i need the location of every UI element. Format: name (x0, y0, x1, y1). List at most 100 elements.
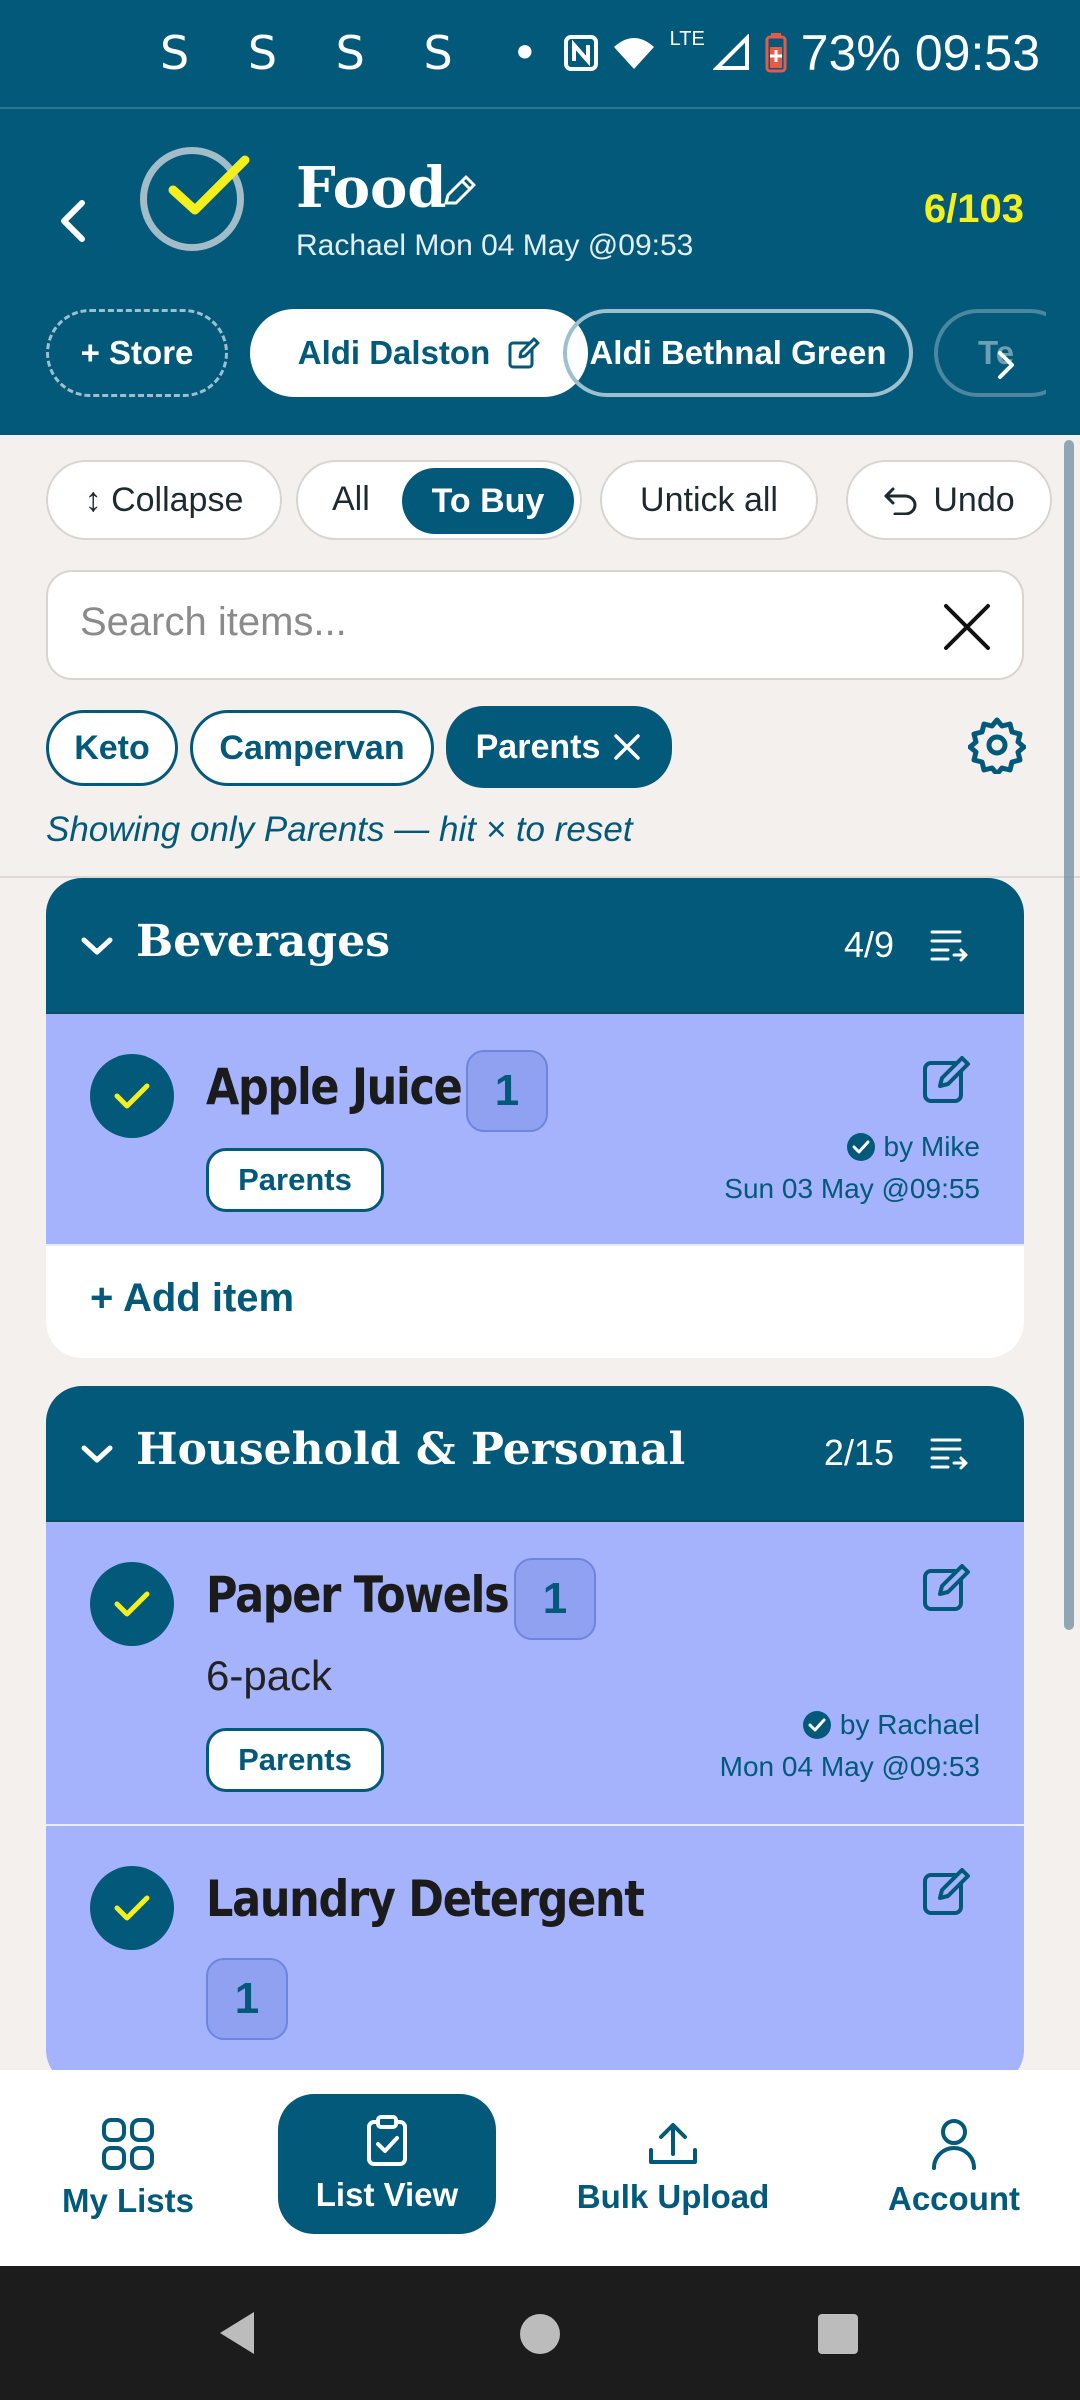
verified-check-icon (846, 1133, 875, 1161)
edit-store-icon[interactable] (508, 337, 540, 369)
back-arrow-icon (61, 200, 85, 242)
item-added-by: by Mike (883, 1131, 980, 1162)
nav-my-lists[interactable]: My Lists (40, 2070, 216, 2266)
item-date: Sun 03 May @09:55 (724, 1173, 980, 1204)
gear-icon[interactable] (968, 716, 1026, 774)
undo-label: Undo (933, 480, 1015, 519)
nav-label: Account (888, 2180, 1020, 2217)
nav-account[interactable]: Account (876, 2070, 1032, 2266)
list-complete-icon (140, 147, 250, 251)
scroll-right-icon[interactable] (994, 347, 1018, 383)
item-quantity[interactable]: 1 (514, 1558, 596, 1640)
item-quantity[interactable]: 1 (206, 1958, 288, 2040)
category-header[interactable]: Household & Personal 2/15 (46, 1386, 1024, 1522)
tag-label: Parents (475, 727, 601, 766)
system-home-icon[interactable] (520, 2314, 560, 2354)
grid-icon (102, 2118, 154, 2170)
item-quantity[interactable]: 1 (466, 1050, 548, 1132)
item-name: Laundry Detergent (206, 1870, 645, 1928)
item-name: Apple Juice (206, 1058, 463, 1116)
list-subtitle: Rachael Mon 04 May @09:53 (296, 229, 694, 262)
edit-item-icon[interactable] (922, 1562, 972, 1612)
category-section-household: Household & Personal 2/15 Paper Towels 1… (46, 1386, 1024, 2086)
category-title: Beverages (136, 916, 390, 967)
list-title: Food (296, 155, 447, 221)
item-name: Paper Towels (206, 1566, 510, 1624)
nav-bulk-upload[interactable]: Bulk Upload (570, 2070, 776, 2266)
back-button[interactable] (52, 189, 102, 249)
add-item-button[interactable]: + Add item (46, 1246, 1024, 1356)
store-pill-partial[interactable]: Te (934, 309, 1046, 397)
item-checkbox[interactable] (90, 1866, 174, 1950)
nav-label: Bulk Upload (576, 2178, 770, 2215)
chevron-down-icon[interactable] (80, 936, 114, 956)
filter-status-note: Showing only Parents — hit × to reset (46, 810, 633, 849)
store-pill-aldi-dalston[interactable]: Aldi Dalston (250, 309, 588, 397)
add-store-button[interactable]: + Store (46, 309, 228, 397)
battery-percent: 73% (800, 25, 901, 81)
clear-search-icon[interactable] (940, 600, 994, 654)
checkmark-icon (168, 155, 250, 215)
collapse-button[interactable]: ↕ Collapse (46, 460, 282, 540)
category-count: 2/15 (823, 1432, 894, 1473)
clock: 09:53 (914, 25, 1040, 81)
list-toolbar: ↕ Collapse All To Buy Untick all Undo (46, 460, 1080, 540)
filter-all-button[interactable]: All (332, 480, 370, 519)
item-date: Mon 04 May @09:53 (719, 1751, 980, 1782)
signal-icon (712, 34, 749, 70)
close-icon[interactable] (612, 732, 642, 762)
system-recents-icon[interactable] (818, 2314, 858, 2354)
undo-button[interactable]: Undo (846, 460, 1052, 540)
store-selector: + Store Aldi Dalston Aldi Bethnal Green … (46, 309, 1046, 397)
clipboard-check-icon (367, 2115, 407, 2166)
item-note: 6-pack (206, 1652, 333, 1699)
filter-to-buy-button[interactable]: To Buy (402, 468, 574, 534)
list-item[interactable]: Paper Towels 1 6-pack Parents by Rachael… (46, 1522, 1024, 1826)
item-checkbox[interactable] (90, 1562, 174, 1646)
store-pill-aldi-bethnal-green[interactable]: Aldi Bethnal Green (563, 309, 913, 397)
tag-filter-keto[interactable]: Keto (46, 710, 178, 786)
status-bar: S S S S • LTE 73% 09:53 (0, 0, 1080, 107)
sort-icon[interactable] (930, 928, 970, 964)
pencil-icon (444, 175, 476, 205)
list-header: Food Rachael Mon 04 May @09:53 6/103 + S… (0, 107, 1080, 435)
category-section-beverages: Beverages 4/9 Apple Juice 1 Parents by M… (46, 878, 1024, 1358)
item-tag: Parents (206, 1148, 384, 1212)
checkmark-icon (114, 1591, 150, 1617)
tag-filter-campervan[interactable]: Campervan (190, 710, 434, 786)
item-meta: by Mike Sun 03 May @09:55 (724, 1126, 980, 1210)
notification-icons: S S S S • (160, 26, 561, 80)
edit-title-button[interactable] (442, 173, 478, 213)
bottom-navigation: My Lists List View Bulk Upload Account (0, 2070, 1080, 2266)
search-bar (46, 570, 1024, 680)
tag-filter-parents[interactable]: Parents (446, 706, 672, 788)
add-item-label: + Add item (90, 1276, 295, 1320)
item-count: 6/103 (923, 187, 1024, 231)
checkmark-icon (114, 1895, 150, 1921)
search-input[interactable] (80, 600, 880, 645)
category-header[interactable]: Beverages 4/9 (46, 878, 1024, 1014)
view-mode-toggle: All To Buy (296, 460, 582, 540)
undo-icon (884, 487, 917, 515)
nfc-icon (563, 35, 598, 71)
list-item[interactable]: Laundry Detergent 1 (46, 1826, 1024, 2086)
scrollbar[interactable] (1064, 440, 1074, 1630)
edit-item-icon[interactable] (922, 1866, 972, 1916)
item-checkbox[interactable] (90, 1054, 174, 1138)
verified-check-icon (802, 1711, 831, 1739)
edit-item-icon[interactable] (922, 1054, 972, 1104)
system-back-icon[interactable] (218, 2310, 258, 2356)
sort-icon[interactable] (930, 1436, 970, 1472)
category-count: 4/9 (843, 924, 894, 965)
list-item[interactable]: Apple Juice 1 Parents by Mike Sun 03 May… (46, 1014, 1024, 1246)
battery-icon (765, 33, 787, 73)
untick-all-button[interactable]: Untick all (600, 460, 818, 540)
network-type-label: LTE (669, 27, 705, 50)
item-added-by: by Rachael (839, 1709, 980, 1740)
status-right: LTE 73% 09:53 (563, 24, 1040, 82)
nav-label: My Lists (61, 2182, 195, 2219)
chevron-down-icon[interactable] (80, 1444, 114, 1464)
nav-list-view[interactable]: List View (278, 2094, 496, 2234)
checkmark-icon (114, 1083, 150, 1109)
item-meta: by Rachael Mon 04 May @09:53 (720, 1704, 980, 1788)
